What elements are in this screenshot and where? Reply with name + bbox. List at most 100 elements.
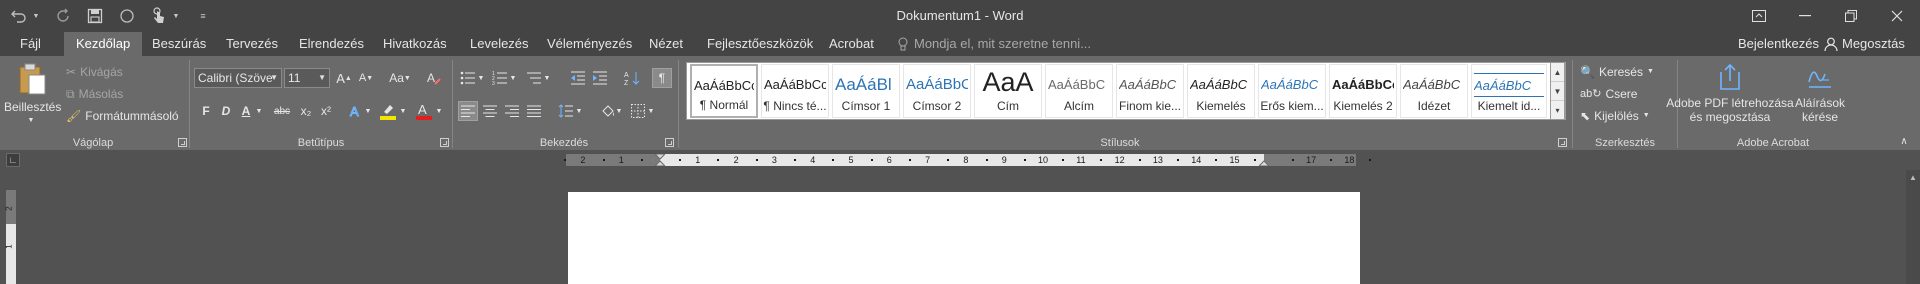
paragraph-launcher-icon[interactable] [665, 138, 674, 147]
request-signatures-button[interactable]: Aláírások kérése [1790, 62, 1850, 124]
style-normal[interactable]: AaÁáBbCc ¶ Normál [690, 64, 758, 118]
style-name: Alcím [1064, 99, 1094, 113]
font-name-combo[interactable]: Calibri (Szöve ▼ [194, 68, 282, 88]
style-emphasis[interactable]: AaÁáBbC Kiemelés [1187, 64, 1255, 118]
share-button[interactable]: Megosztás [1824, 32, 1905, 56]
font-size-combo[interactable]: 11 ▼ [284, 68, 330, 88]
style-subtle-emphasis[interactable]: AaÁáBbC Finom kie... [1116, 64, 1184, 118]
change-case-button[interactable]: Aa ▼ [386, 68, 414, 88]
cut-button[interactable]: ✂ Kivágás [66, 62, 123, 82]
tab-insert[interactable]: Beszúrás [152, 32, 206, 56]
shading-dropdown-icon[interactable]: ▼ [614, 101, 624, 121]
first-line-indent-marker[interactable] [655, 154, 665, 166]
subscript-button[interactable]: x₂ [296, 101, 316, 121]
style-title[interactable]: AaA Cím [974, 64, 1042, 118]
more-styles-icon[interactable]: ▾ [1551, 101, 1564, 120]
chevron-down-icon: ▼ [318, 73, 326, 82]
clear-formatting-icon[interactable]: A [424, 68, 444, 88]
ribbon-display-options-icon[interactable] [1736, 0, 1782, 32]
tab-acrobat[interactable]: Acrobat [829, 32, 874, 56]
tab-developer[interactable]: Fejlesztőeszközök [707, 32, 813, 56]
grow-font-button[interactable]: A ▲ [334, 68, 354, 88]
sign-in-link[interactable]: Bejelentkezés [1738, 32, 1819, 56]
collapse-ribbon-icon[interactable]: ∧ [1896, 134, 1912, 148]
scroll-up-icon[interactable]: ▲ [1909, 173, 1917, 182]
tab-view[interactable]: Nézet [649, 32, 683, 56]
highlight-dropdown-icon[interactable]: ▼ [398, 101, 408, 121]
style-strong[interactable]: AaÁáBbCc Kiemelés 2 [1329, 64, 1397, 118]
create-pdf-button[interactable]: Adobe PDF létrehozása és megosztása [1665, 62, 1795, 124]
tab-mailings[interactable]: Levelezés [470, 32, 529, 56]
tell-me-box[interactable]: Mondja el, mit szeretne tenni... [898, 32, 1091, 56]
highlighter-icon[interactable] [378, 101, 398, 121]
ruler-number: 2 [4, 206, 14, 211]
style-no-spacing[interactable]: AaÁáBbCc ¶ Nincs té... [761, 64, 829, 118]
bullets-icon[interactable] [458, 68, 478, 88]
style-name: Címsor 2 [912, 99, 962, 113]
vertical-ruler[interactable]: 21 [4, 190, 16, 284]
tab-review[interactable]: Véleményezés [547, 32, 632, 56]
line-spacing-icon[interactable] [556, 101, 576, 121]
document-page[interactable] [568, 192, 1360, 284]
underline-dropdown-icon[interactable]: ▼ [254, 101, 264, 121]
replace-button[interactable]: ab↻ Csere [1580, 84, 1637, 104]
tab-selector-icon[interactable]: ∟ [6, 153, 20, 167]
numbering-icon[interactable]: 123 [490, 68, 510, 88]
tab-design[interactable]: Tervezés [226, 32, 278, 56]
shrink-font-button[interactable]: A ▼ [356, 68, 376, 88]
horizontal-ruler[interactable]: 2 1 1 2 3 4 5 6 7 8 9 10 11 12 13 14 15 17 18 [564, 154, 1371, 166]
tab-references[interactable]: Hivatkozás [383, 32, 447, 56]
bullets-dropdown-icon[interactable]: ▼ [476, 68, 486, 88]
clipboard-launcher-icon[interactable] [178, 138, 187, 147]
style-intense-quote[interactable]: AaÁáBbC Kiemelt id... [1471, 64, 1547, 118]
strikethrough-button[interactable]: abc [270, 101, 294, 121]
show-formatting-marks-icon[interactable]: ¶ [652, 68, 672, 88]
style-heading-1[interactable]: AaÁáBl Címsor 1 [832, 64, 900, 118]
style-intense-emphasis[interactable]: AaÁáBbC Erős kiem... [1258, 64, 1326, 118]
align-right-icon[interactable] [502, 101, 522, 121]
increase-indent-icon[interactable] [590, 68, 610, 88]
font-launcher-icon[interactable] [440, 138, 449, 147]
align-center-icon[interactable] [480, 101, 500, 121]
numbering-dropdown-icon[interactable]: ▼ [508, 68, 518, 88]
restore-icon[interactable] [1828, 0, 1874, 32]
line-spacing-dropdown-icon[interactable]: ▼ [574, 101, 584, 121]
ruler-number: 4 [810, 155, 816, 165]
borders-icon[interactable] [628, 101, 648, 121]
tab-file[interactable]: Fájl [20, 32, 41, 56]
format-painter-button[interactable]: 🖌 Formátummásoló [66, 106, 179, 126]
shrink-font-icon: A [358, 72, 367, 84]
bold-button[interactable]: F [196, 101, 216, 121]
chevron-up-icon[interactable]: ▲ [1551, 63, 1564, 82]
vertical-scrollbar[interactable]: ▲ [1906, 170, 1920, 284]
tab-layout[interactable]: Elrendezés [299, 32, 364, 56]
align-left-icon[interactable] [458, 101, 478, 121]
multilevel-list-icon[interactable] [524, 68, 544, 88]
document-title: Dokumentum1 - Word [896, 8, 1024, 23]
right-indent-marker[interactable] [1259, 154, 1269, 166]
superscript-button[interactable]: x² [316, 101, 336, 121]
styles-launcher-icon[interactable] [1558, 138, 1567, 147]
select-button[interactable]: ⬉ Kijelölés ▼ [1580, 106, 1650, 126]
sort-icon[interactable]: AZ [622, 68, 642, 88]
font-color-dropdown-icon[interactable]: ▼ [434, 101, 444, 121]
close-icon[interactable] [1874, 0, 1920, 32]
justify-icon[interactable] [524, 101, 544, 121]
minimize-icon[interactable] [1782, 0, 1828, 32]
style-quote[interactable]: AaÁáBbC Idézet [1400, 64, 1468, 118]
style-heading-2[interactable]: AaÁáBbC Címsor 2 [903, 64, 971, 118]
text-effects-dropdown-icon[interactable]: ▼ [363, 101, 373, 121]
style-subtitle[interactable]: AaÁáBbC Alcím [1045, 64, 1113, 118]
italic-button[interactable]: D [216, 101, 236, 121]
chevron-down-icon[interactable]: ▼ [1551, 82, 1564, 101]
borders-dropdown-icon[interactable]: ▼ [646, 101, 656, 121]
decrease-indent-icon[interactable] [568, 68, 588, 88]
underline-button[interactable]: A [236, 101, 256, 121]
find-button[interactable]: 🔍 Keresés ▼ [1580, 62, 1654, 82]
multilevel-dropdown-icon[interactable]: ▼ [542, 68, 552, 88]
font-color-icon[interactable]: A [414, 101, 434, 121]
ribbon-home: Beillesztés ▼ ✂ Kivágás ⧉ Másolás 🖌 Form… [0, 56, 1920, 150]
paste-button[interactable]: Beillesztés ▼ [4, 62, 61, 128]
tab-home[interactable]: Kezdőlap [64, 32, 143, 56]
copy-button[interactable]: ⧉ Másolás [66, 84, 123, 104]
